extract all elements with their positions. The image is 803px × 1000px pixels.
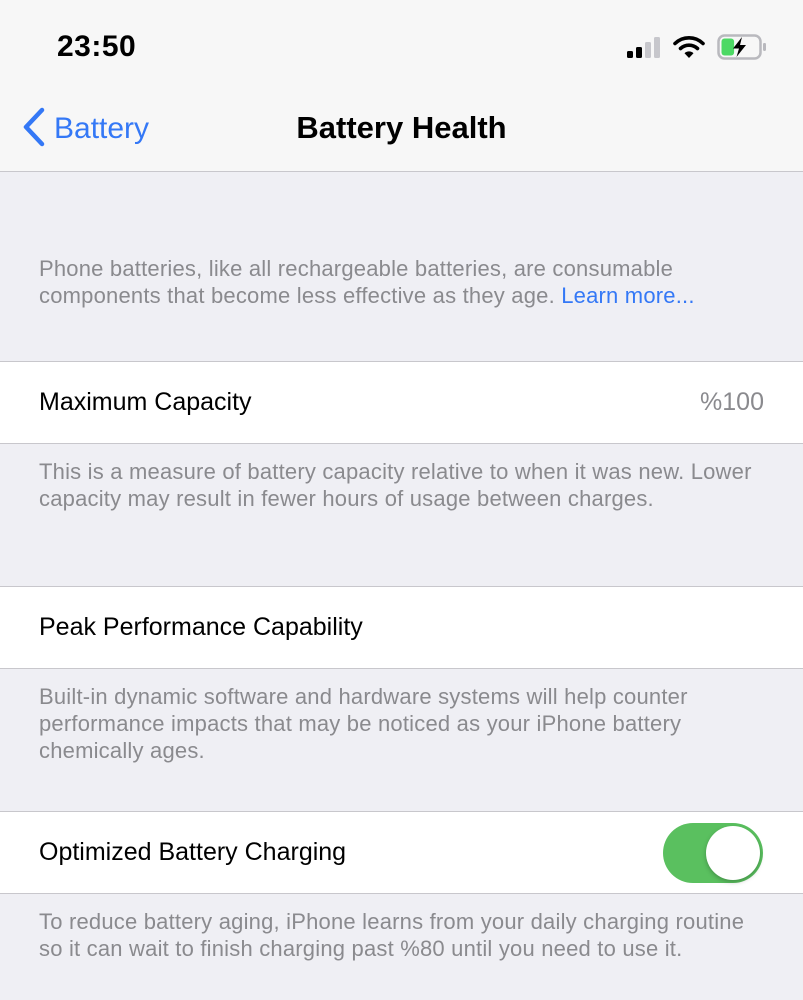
toggle-knob xyxy=(706,826,760,880)
wifi-icon xyxy=(673,35,705,64)
peak-performance-footer: Built-in dynamic software and hardware s… xyxy=(39,684,688,763)
status-time: 23:50 xyxy=(57,30,137,63)
cellular-signal-icon xyxy=(627,36,661,63)
optimized-charging-footer: To reduce battery aging, iPhone learns f… xyxy=(39,909,745,961)
battery-health-screen: 23:50 Battery Battery Health Phone batte… xyxy=(0,0,803,1000)
optimized-charging-toggle[interactable] xyxy=(663,823,763,883)
peak-performance-row: Peak Performance Capability xyxy=(0,586,803,669)
intro-text: Phone batteries, like all rechargeable b… xyxy=(39,255,774,309)
maximum-capacity-value: %100 xyxy=(700,388,764,416)
peak-performance-label: Peak Performance Capability xyxy=(39,613,363,641)
optimized-charging-label: Optimized Battery Charging xyxy=(39,838,347,866)
maximum-capacity-footer: This is a measure of battery capacity re… xyxy=(39,459,752,511)
battery-charging-icon xyxy=(717,33,767,65)
page-title: Battery Health xyxy=(296,110,507,145)
status-icons xyxy=(627,33,767,65)
optimized-charging-row: Optimized Battery Charging xyxy=(0,811,803,894)
top-bar: 23:50 Battery Battery Health xyxy=(0,0,803,172)
maximum-capacity-row: Maximum Capacity %100 xyxy=(0,361,803,444)
learn-more-link[interactable]: Learn more... xyxy=(561,283,694,308)
maximum-capacity-label: Maximum Capacity xyxy=(39,388,252,416)
